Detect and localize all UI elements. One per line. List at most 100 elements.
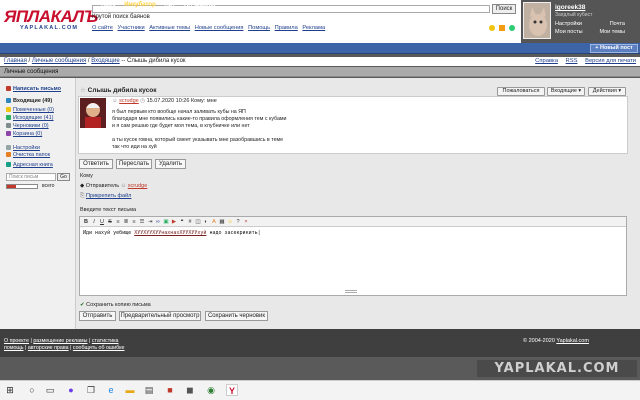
smile-icon[interactable]: ☺ — [226, 217, 234, 226]
edge-icon[interactable]: e — [105, 384, 117, 396]
footer-stats[interactable]: статистика — [92, 338, 119, 344]
toplink-about[interactable]: О сайте — [92, 25, 113, 31]
footer-help[interactable]: помощь — [4, 345, 24, 351]
nav-chaos[interactable]: Хаос — [101, 2, 115, 8]
color-icon[interactable]: A — [210, 217, 218, 226]
crumb-pm[interactable]: Личные сообщения — [32, 58, 86, 64]
strike-icon[interactable]: S — [106, 217, 114, 226]
store-icon[interactable]: ▤ — [143, 384, 155, 396]
compose-link[interactable]: Написать письмо — [6, 86, 61, 92]
reply-button[interactable]: Ответить — [79, 159, 113, 169]
user-topics-link[interactable]: Мои темы — [599, 28, 625, 36]
italic-icon[interactable]: I — [90, 217, 98, 226]
indent-icon[interactable]: ⇥ — [146, 217, 154, 226]
toplink-rules[interactable]: Правила — [275, 25, 298, 31]
site-logo[interactable]: ЯПЛАКАЛЪ YAPLAKAL.COM — [4, 7, 98, 36]
folder-icon[interactable]: ▬ — [124, 384, 136, 396]
quote-icon[interactable]: ❝ — [178, 217, 186, 226]
yaplakal-taskbar-icon[interactable]: Y — [226, 384, 238, 396]
nav-art[interactable]: Арт — [164, 2, 175, 8]
footer-ads[interactable]: размещение рекламы — [33, 338, 87, 344]
sender-avatar[interactable] — [80, 98, 106, 128]
resize-grip[interactable] — [345, 290, 357, 293]
rss-link[interactable]: RSS — [566, 58, 578, 64]
bold-icon[interactable]: B — [82, 217, 90, 226]
image-icon[interactable]: ▣ — [162, 217, 170, 226]
folder-drafts[interactable]: Черновики (0) — [6, 123, 49, 129]
folder-flagged[interactable]: Помеченные (0) — [6, 107, 54, 113]
app-gray-icon[interactable]: ◼ — [184, 384, 196, 396]
new-post-button[interactable]: + Новый пост — [590, 44, 638, 53]
save-copy-checkbox[interactable]: ✔ Сохранить копию письма — [80, 302, 151, 308]
message-textarea[interactable]: Иди нахуй уебище ХУУХУУХУУнахнахХУУХУУху… — [81, 229, 625, 289]
user-mail-link[interactable]: Почта — [610, 20, 625, 28]
nav-feed[interactable]: Лента — [39, 2, 56, 8]
clear-folders-link[interactable]: Очистка папок — [6, 152, 50, 158]
mail-search-input[interactable]: Поиск письм — [6, 173, 56, 181]
print-link[interactable]: Версия для печати — [585, 58, 636, 64]
help-icon[interactable]: ? — [234, 217, 242, 226]
align-right-icon[interactable]: ≡ — [130, 217, 138, 226]
preview-button[interactable]: Предварительный просмотр — [119, 311, 201, 321]
user-avatar[interactable] — [523, 2, 551, 39]
task-view-icon[interactable]: ▭ — [44, 384, 56, 396]
sender-link[interactable]: scrudge — [119, 98, 139, 104]
app-red-icon[interactable]: ■ — [164, 384, 176, 396]
toplink-help[interactable]: Помощь — [248, 25, 270, 31]
star-icon[interactable]: ☆ — [80, 87, 88, 94]
folder-inbox[interactable]: Входящие (49) — [6, 98, 52, 104]
code-icon[interactable]: # — [186, 217, 194, 226]
folder-trash[interactable]: Корзина (0) — [6, 131, 42, 137]
crumb-home[interactable]: Главная — [4, 58, 27, 64]
cortana-icon[interactable]: ● — [65, 384, 77, 396]
nav-talk[interactable]: Общение — [65, 2, 92, 8]
app-green-icon[interactable]: ◉ — [205, 384, 217, 396]
align-left-icon[interactable]: ≡ — [114, 217, 122, 226]
explorer-icon[interactable]: ❐ — [85, 384, 97, 396]
report-button[interactable]: Пожаловаться — [497, 87, 545, 96]
footer-about[interactable]: О проекте — [4, 338, 29, 344]
logo-main: ЯПЛАКАЛЪ — [4, 7, 98, 26]
footer-copyright[interactable]: авторские права — [28, 345, 69, 351]
nav-incubator[interactable]: Инкубатор — [124, 2, 156, 8]
footer-report[interactable]: сообщить об ошибке — [73, 345, 125, 351]
folder-sent[interactable]: Исходящие (41) — [6, 115, 53, 121]
mail-search-go[interactable]: Go — [57, 173, 70, 181]
addressbook-link[interactable]: Адресная книга — [6, 162, 53, 168]
help-link[interactable]: Справка — [535, 58, 558, 64]
settings-link[interactable]: Настройки — [6, 145, 40, 151]
windows-start-icon[interactable]: ⊞ — [4, 384, 16, 396]
status-icon[interactable] — [509, 25, 515, 31]
search-icon[interactable]: ○ — [26, 384, 38, 396]
note-icon[interactable] — [499, 25, 505, 31]
forward-button[interactable]: Переслать — [116, 159, 152, 169]
save-draft-button[interactable]: Сохранить черновик — [205, 311, 268, 321]
table-icon[interactable]: ▦ — [218, 217, 226, 226]
link-icon[interactable]: ∞ — [154, 217, 162, 226]
folder-select[interactable]: Входящие ▾ — [547, 87, 585, 96]
crumb-inbox[interactable]: Входящие — [91, 58, 119, 64]
nav-files[interactable]: ЯП файлы — [184, 2, 216, 8]
spoiler-icon[interactable]: ◫ — [194, 217, 202, 226]
toplink-users[interactable]: Участники — [118, 25, 145, 31]
attach-file[interactable]: ⎘ Прикрепить файл — [80, 193, 131, 200]
actions-select[interactable]: Действия ▾ — [588, 87, 626, 96]
list-icon[interactable]: ☰ — [138, 217, 146, 226]
send-button[interactable]: Отправить — [79, 311, 116, 321]
toplink-active[interactable]: Активные темы — [149, 25, 190, 31]
username[interactable]: igoreek38 — [555, 4, 585, 11]
user-posts-link[interactable]: Мои посты — [555, 28, 583, 36]
align-center-icon[interactable]: ≣ — [122, 217, 130, 226]
nav-sections[interactable]: Разделы — [4, 2, 30, 8]
search-button[interactable]: Поиск — [492, 4, 516, 14]
toplink-ads[interactable]: Реклама — [302, 25, 325, 31]
recipient-link[interactable]: scrudge — [128, 183, 148, 189]
close-icon[interactable]: × — [242, 217, 250, 226]
video-icon[interactable]: ▶ — [170, 217, 178, 226]
hide-icon[interactable]: ◐ — [202, 217, 210, 226]
toplink-new[interactable]: Новые сообщения — [195, 25, 244, 31]
user-settings-link[interactable]: Настройки — [555, 20, 582, 28]
underline-icon[interactable]: U — [98, 217, 106, 226]
delete-button[interactable]: Удалить — [155, 159, 186, 169]
smile-icon[interactable] — [489, 25, 495, 31]
